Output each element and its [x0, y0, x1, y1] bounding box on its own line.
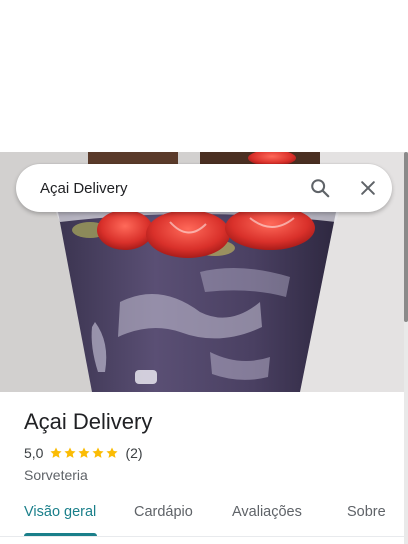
close-icon	[361, 181, 375, 195]
star-icon	[64, 447, 77, 458]
place-title: Açai Delivery	[24, 409, 153, 434]
star-icon	[106, 447, 119, 458]
scrollbar-thumb[interactable]	[404, 152, 408, 322]
place-info: Açai Delivery 5,0 (2) Sorveteria	[24, 408, 394, 484]
rating-row[interactable]: 5,0 (2)	[24, 444, 394, 462]
star-icon	[92, 447, 105, 458]
tab-menu[interactable]: Cardápio	[134, 504, 193, 536]
place-category[interactable]: Sorveteria	[24, 466, 394, 484]
tab-reviews[interactable]: Avaliações	[232, 504, 302, 536]
tabs-divider	[0, 536, 404, 537]
tab-overview[interactable]: Visão geral	[24, 504, 96, 536]
tab-bar: Visão geral Cardápio Avaliações Sobre	[0, 496, 404, 536]
star-rating	[49, 446, 119, 460]
blank-header-area	[0, 0, 408, 152]
clear-search-button[interactable]	[354, 174, 382, 202]
star-icon	[78, 447, 91, 458]
review-count[interactable]: (2)	[125, 445, 142, 461]
rating-value: 5,0	[24, 445, 44, 461]
search-bar	[16, 164, 392, 212]
search-button[interactable]	[306, 174, 334, 202]
star-icon	[50, 447, 63, 458]
search-icon	[311, 179, 330, 198]
search-input[interactable]	[40, 173, 290, 203]
tab-about[interactable]: Sobre	[347, 504, 386, 536]
